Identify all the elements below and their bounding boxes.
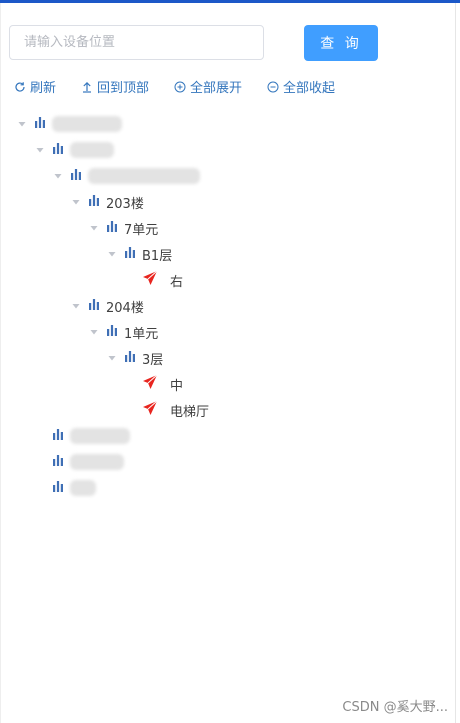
- bar-chart-icon: [52, 454, 64, 470]
- bar-chart-icon: [70, 168, 82, 184]
- tree-node-device[interactable]: 右: [124, 267, 183, 293]
- tree-node[interactable]: 203楼: [70, 189, 144, 215]
- refresh-icon: [15, 81, 25, 92]
- tree-node[interactable]: [34, 475, 96, 501]
- tree-node[interactable]: 204楼: [70, 293, 144, 319]
- redacted-label: [70, 480, 96, 496]
- bar-chart-icon: [88, 194, 100, 210]
- expand-all-label: 全部展开: [190, 81, 243, 96]
- back-to-top-label: 回到顶部: [97, 81, 150, 96]
- tree-node-label: 3层: [142, 352, 164, 368]
- tree-node-device[interactable]: 电梯厅: [124, 397, 209, 423]
- bar-chart-icon: [106, 324, 118, 340]
- redacted-label: [70, 142, 114, 158]
- query-button[interactable]: 查 询: [304, 25, 378, 61]
- bar-chart-icon: [52, 428, 64, 444]
- caret-down-icon[interactable]: [88, 326, 100, 338]
- bar-chart-icon: [124, 246, 136, 262]
- expand-all-button[interactable]: 全部展开: [174, 77, 242, 96]
- circle-minus-icon: [267, 81, 279, 92]
- back-to-top-button[interactable]: 回到顶部: [81, 77, 149, 96]
- tree-node[interactable]: 7单元: [88, 215, 158, 241]
- tree-node[interactable]: B1层: [106, 241, 172, 267]
- collapse-all-button[interactable]: 全部收起: [267, 77, 335, 96]
- tree-node[interactable]: [34, 137, 114, 163]
- redacted-label: [70, 428, 130, 444]
- bar-chart-icon: [52, 480, 64, 496]
- tree-node-label: 204楼: [106, 300, 144, 316]
- paper-plane-icon: [142, 400, 158, 420]
- caret-down-icon[interactable]: [106, 248, 118, 260]
- refresh-button[interactable]: 刷新: [14, 77, 56, 96]
- upload-icon: [83, 81, 91, 93]
- tree-node[interactable]: 1单元: [88, 319, 158, 345]
- redacted-label: [70, 454, 124, 470]
- paper-plane-icon: [142, 270, 158, 290]
- caret-down-icon[interactable]: [70, 196, 82, 208]
- bar-chart-icon: [34, 116, 46, 132]
- tree-node-device[interactable]: 中: [124, 371, 183, 397]
- tree-node[interactable]: 3层: [106, 345, 163, 371]
- tree-node-label: 203楼: [106, 196, 144, 212]
- redacted-label: [52, 116, 122, 132]
- caret-down-icon[interactable]: [34, 144, 46, 156]
- tree-node-label: 7单元: [124, 222, 159, 238]
- caret-down-icon[interactable]: [16, 118, 28, 130]
- bar-chart-icon: [88, 298, 100, 314]
- search-input[interactable]: [9, 25, 264, 60]
- refresh-label: 刷新: [30, 81, 57, 96]
- tree-node[interactable]: [34, 423, 130, 449]
- tree-node-label: 中: [170, 378, 184, 394]
- tree-node[interactable]: [52, 163, 200, 189]
- bar-chart-icon: [106, 220, 118, 236]
- tree-node[interactable]: [34, 449, 124, 475]
- watermark: CSDN @奚大野...: [342, 700, 448, 715]
- redacted-label: [88, 168, 200, 184]
- bar-chart-icon: [52, 142, 64, 158]
- tree-node-label: 1单元: [124, 326, 159, 342]
- tree-node-label: 电梯厅: [170, 404, 210, 420]
- collapse-all-label: 全部收起: [283, 81, 336, 96]
- tree-node-label: 右: [170, 274, 184, 290]
- tree-node[interactable]: [16, 111, 122, 137]
- caret-down-icon[interactable]: [52, 170, 64, 182]
- circle-plus-icon: [174, 81, 186, 92]
- caret-down-icon[interactable]: [88, 222, 100, 234]
- bar-chart-icon: [124, 350, 136, 366]
- caret-down-icon[interactable]: [70, 300, 82, 312]
- paper-plane-icon: [142, 374, 158, 394]
- caret-down-icon[interactable]: [106, 352, 118, 364]
- tree-node-label: B1层: [142, 248, 173, 264]
